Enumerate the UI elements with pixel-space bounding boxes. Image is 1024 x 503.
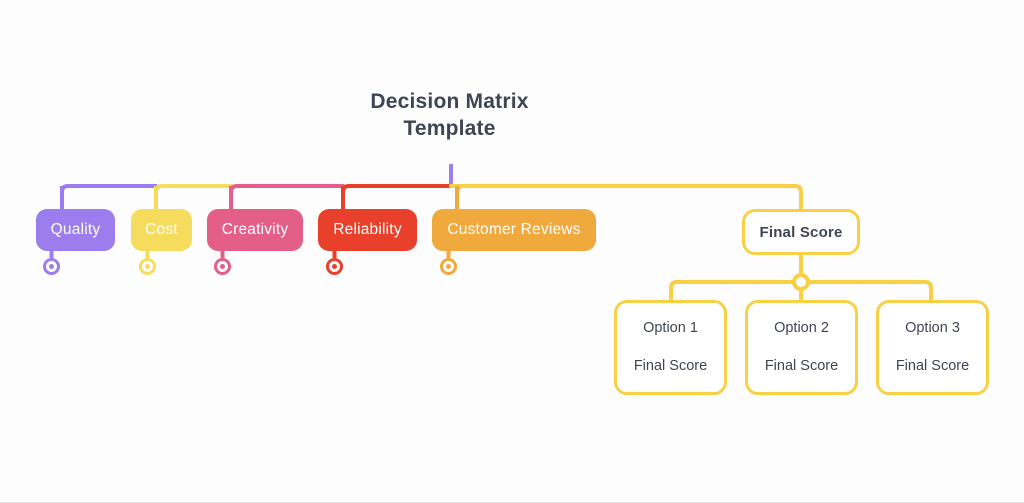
page-title: Decision Matrix Template (347, 88, 552, 142)
node-quality-label: Quality (50, 221, 101, 238)
node-reliability[interactable]: Reliability (318, 209, 417, 251)
node-creativity[interactable]: Creativity (207, 209, 303, 251)
card-option-3[interactable]: Option 3 Final Score (876, 300, 989, 395)
connector-bus-segment-creativity (229, 184, 345, 200)
connector-bus-segment-reliability (341, 184, 455, 200)
root-title-line-1: Decision Matrix (370, 90, 529, 113)
collapse-handle-quality[interactable] (43, 258, 60, 275)
collapse-handle-dot-icon (446, 264, 451, 269)
collapse-handle-dot-icon (332, 264, 337, 269)
collapse-handle-customer-reviews[interactable] (440, 258, 457, 275)
node-customer-reviews-label: Customer Reviews (447, 221, 581, 238)
card-option-2-metric: Final Score (764, 358, 839, 374)
connector-bus-segment-cost (154, 184, 233, 200)
connector-layer (49, 164, 933, 302)
card-option-1-name: Option 1 (643, 320, 698, 336)
node-final-score-label: Final Score (759, 223, 843, 241)
collapse-handle-dot-icon (145, 264, 150, 269)
connector-bus-to-final-score (449, 184, 803, 211)
node-creativity-label: Creativity (221, 221, 289, 238)
node-reliability-label: Reliability (333, 221, 402, 238)
card-option-2[interactable]: Option 2 Final Score (745, 300, 858, 395)
collapse-handle-creativity[interactable] (214, 258, 231, 275)
collapse-handle-dot-icon (220, 264, 225, 269)
node-customer-reviews[interactable]: Customer Reviews (432, 209, 596, 251)
junction-circle-final-score (792, 273, 810, 291)
card-option-1-metric: Final Score (633, 358, 708, 374)
card-option-2-name: Option 2 (774, 320, 829, 336)
connector-bus-segment-quality (60, 184, 158, 200)
node-final-score[interactable]: Final Score (742, 209, 860, 255)
card-option-3-metric: Final Score (895, 358, 970, 374)
connector-bus-segment-customer-reviews (449, 184, 464, 200)
connector-options-bus (669, 280, 933, 302)
node-quality[interactable]: Quality (36, 209, 115, 251)
node-cost-label: Cost (145, 221, 178, 238)
root-title-line-2: Template (403, 117, 496, 140)
diagram-canvas: Decision Matrix Template Quality Cost Cr… (0, 0, 1024, 503)
collapse-handle-cost[interactable] (139, 258, 156, 275)
card-option-1[interactable]: Option 1 Final Score (614, 300, 727, 395)
collapse-handle-dot-icon (49, 264, 54, 269)
card-option-3-name: Option 3 (905, 320, 960, 336)
node-cost[interactable]: Cost (131, 209, 192, 251)
collapse-handle-reliability[interactable] (326, 258, 343, 275)
